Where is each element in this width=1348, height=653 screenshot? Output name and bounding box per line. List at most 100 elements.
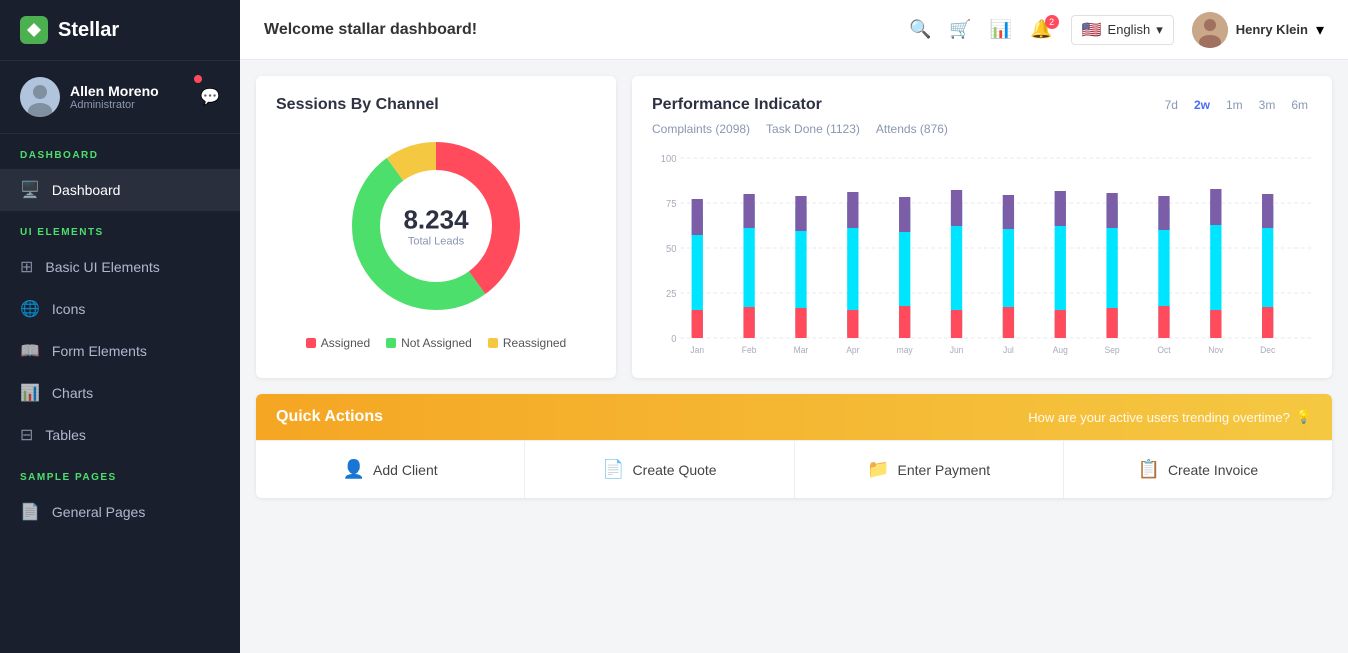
sidebar-item-form-elements[interactable]: 📖 Form Elements	[0, 330, 240, 372]
search-icon[interactable]: 🔍	[909, 19, 931, 40]
quick-actions-title: Quick Actions	[276, 408, 383, 426]
svg-text:may: may	[897, 345, 914, 355]
monitor-icon: 🖥️	[20, 180, 40, 200]
flag-icon: 🇺🇸	[1082, 20, 1102, 40]
reassigned-dot	[488, 338, 498, 348]
nav-dashboard-section: DASHBOARD	[0, 134, 240, 169]
header: Welcome stallar dashboard! 🔍 🛒 📊 🔔 2 🇺🇸 …	[240, 0, 1348, 60]
quick-actions-hint-text: How are your active users trending overt…	[1028, 410, 1290, 425]
create-quote-button[interactable]: 📄 Create Quote	[525, 441, 794, 498]
svg-text:Jan: Jan	[690, 345, 704, 355]
time-filter-7d[interactable]: 7d	[1161, 96, 1182, 114]
sidebar-item-tables[interactable]: ⊟ Tables	[0, 414, 240, 456]
sessions-card: Sessions By Channel	[256, 76, 616, 378]
time-filters: 7d 2w 1m 3m 6m	[1161, 96, 1312, 114]
sidebar-user-name: Allen Moreno	[70, 83, 190, 99]
performance-header: Performance Indicator 7d 2w 1m 3m 6m	[652, 96, 1312, 114]
user-profile[interactable]: Henry Klein ▾	[1192, 12, 1324, 48]
language-label: English	[1108, 22, 1151, 37]
cart-icon[interactable]: 🛒	[949, 19, 971, 40]
create-invoice-button[interactable]: 📋 Create Invoice	[1064, 441, 1332, 498]
sidebar-form-label: Form Elements	[52, 343, 220, 359]
content-area: Sessions By Channel	[240, 60, 1348, 653]
svg-text:75: 75	[666, 199, 676, 210]
sidebar-general-label: General Pages	[52, 504, 220, 520]
donut-container: 8.234 Total Leads Assigned Not Assigned	[276, 126, 596, 350]
time-filter-6m[interactable]: 6m	[1287, 96, 1312, 114]
sidebar-item-icons[interactable]: 🌐 Icons	[0, 288, 240, 330]
svg-text:Dec: Dec	[1260, 345, 1276, 355]
donut-label: Total Leads	[403, 236, 468, 248]
quick-actions-hint: How are your active users trending overt…	[1028, 409, 1312, 425]
chat-icon[interactable]: 💬	[200, 87, 220, 107]
sessions-legend: Assigned Not Assigned Reassigned	[306, 336, 566, 350]
sidebar-item-basic-ui[interactable]: ⊞ Basic UI Elements	[0, 246, 240, 288]
legend-not-assigned: Not Assigned	[386, 336, 472, 350]
nav-ui-section: UI ELEMENTS	[0, 211, 240, 246]
svg-text:0: 0	[671, 334, 677, 345]
quick-actions-card: Quick Actions How are your active users …	[256, 394, 1332, 498]
globe-icon: 🌐	[20, 299, 40, 319]
user-info: Allen Moreno Administrator	[70, 83, 190, 111]
sessions-card-title: Sessions By Channel	[276, 96, 596, 114]
assigned-dot	[306, 338, 316, 348]
performance-chart: 100 75 50 25 0 Jan	[652, 148, 1312, 358]
add-client-button[interactable]: 👤 Add Client	[256, 441, 525, 498]
chart-bar-icon: 📊	[20, 383, 40, 403]
svg-text:Nov: Nov	[1208, 345, 1224, 355]
lightbulb-icon: 💡	[1296, 409, 1312, 425]
svg-text:Oct: Oct	[1157, 345, 1171, 355]
brand: Stellar	[0, 0, 240, 61]
donut-center: 8.234 Total Leads	[403, 205, 468, 248]
enter-payment-button[interactable]: 📁 Enter Payment	[795, 441, 1064, 498]
profile-chevron-icon: ▾	[1316, 20, 1324, 40]
language-selector[interactable]: 🇺🇸 English ▾	[1071, 15, 1174, 45]
bar-chart-container: 100 75 50 25 0 Jan	[652, 148, 1312, 358]
book-icon: 📖	[20, 341, 40, 361]
sidebar-basic-ui-label: Basic UI Elements	[45, 259, 220, 275]
not-assigned-dot	[386, 338, 396, 348]
svg-text:25: 25	[666, 289, 676, 300]
legend-task-done: Task Done (1123)	[766, 122, 860, 136]
svg-text:Jun: Jun	[950, 345, 964, 355]
chart-icon[interactable]: 📊	[990, 19, 1012, 40]
main-content: Welcome stallar dashboard! 🔍 🛒 📊 🔔 2 🇺🇸 …	[240, 0, 1348, 653]
svg-text:Feb: Feb	[742, 345, 757, 355]
time-filter-2w[interactable]: 2w	[1190, 96, 1214, 114]
legend-assigned: Assigned	[306, 336, 370, 350]
quick-actions-header: Quick Actions How are your active users …	[256, 394, 1332, 440]
donut-value: 8.234	[403, 205, 468, 236]
legend-complaints: Complaints (2098)	[652, 122, 750, 136]
sidebar-icons-label: Icons	[52, 301, 220, 317]
legend-attends: Attends (876)	[876, 122, 948, 136]
sidebar-item-charts[interactable]: 📊 Charts	[0, 372, 240, 414]
brand-name: Stellar	[58, 19, 119, 42]
svg-text:Aug: Aug	[1053, 345, 1068, 355]
svg-text:Jul: Jul	[1003, 345, 1014, 355]
notification-dot	[194, 75, 202, 83]
layers-icon: ⊞	[20, 257, 33, 277]
svg-text:Apr: Apr	[846, 345, 859, 355]
performance-title: Performance Indicator	[652, 96, 822, 114]
time-filter-3m[interactable]: 3m	[1255, 96, 1280, 114]
sidebar-tables-label: Tables	[45, 427, 220, 443]
time-filter-1m[interactable]: 1m	[1222, 96, 1247, 114]
create-quote-label: Create Quote	[633, 462, 717, 478]
user-section: Allen Moreno Administrator 💬	[0, 61, 240, 134]
sidebar-user-role: Administrator	[70, 99, 190, 111]
svg-text:Mar: Mar	[794, 345, 809, 355]
table-icon: ⊟	[20, 425, 33, 445]
quick-actions-buttons: 👤 Add Client 📄 Create Quote 📁 Enter Paym…	[256, 440, 1332, 498]
sidebar-item-general-pages[interactable]: 📄 General Pages	[0, 491, 240, 533]
file-icon: 📄	[20, 502, 40, 522]
svg-text:Sep: Sep	[1105, 345, 1120, 355]
sidebar-item-dashboard[interactable]: 🖥️ Dashboard	[0, 169, 240, 211]
avatar	[20, 77, 60, 117]
assigned-label: Assigned	[321, 336, 370, 350]
notification-icon[interactable]: 🔔 2	[1030, 19, 1052, 40]
sidebar-charts-label: Charts	[52, 385, 220, 401]
brand-icon	[20, 16, 48, 44]
not-assigned-label: Not Assigned	[401, 336, 472, 350]
add-client-icon: 👤	[343, 459, 365, 480]
nav-sample-section: SAMPLE PAGES	[0, 456, 240, 491]
